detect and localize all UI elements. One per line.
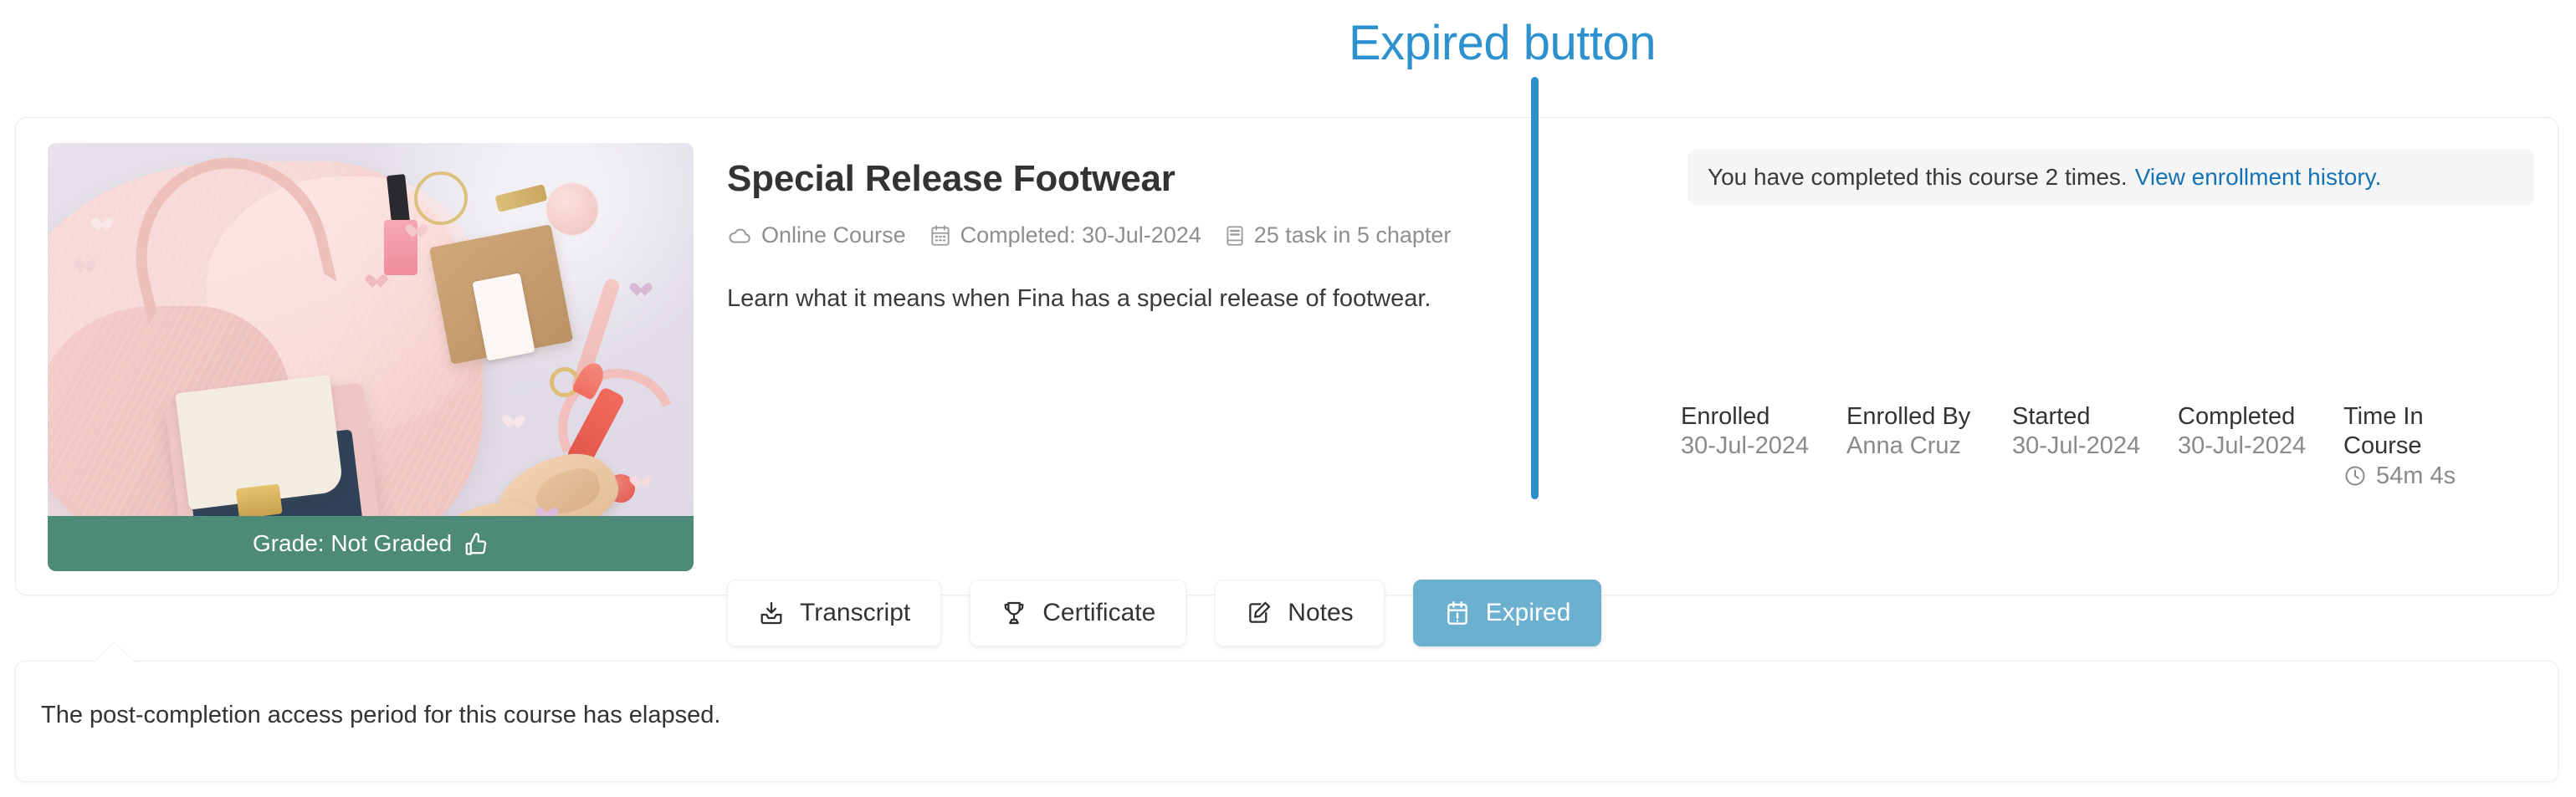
meta-task-count-label: 25 task in 5 chapter [1253, 222, 1452, 248]
course-card: Grade: Not Graded Special Release Footwe… [15, 117, 2558, 646]
course-thumbnail[interactable]: Grade: Not Graded [48, 143, 694, 571]
stat-time-in-course: Time In Course 54m 4s [2343, 402, 2509, 491]
download-tray-icon [758, 600, 785, 626]
meta-online-course-label: Online Course [761, 222, 906, 248]
photo-heart-confetti [95, 218, 110, 232]
stat-completed-value: 30-Jul-2024 [2178, 432, 2307, 460]
stat-completed: Completed 30-Jul-2024 [2178, 402, 2343, 462]
photo-heart-confetti [369, 275, 384, 289]
certificate-button-label: Certificate [1042, 599, 1156, 626]
enrollment-stats: Enrolled 30-Jul-2024 Enrolled By Anna Cr… [1681, 402, 2509, 491]
cloud-icon [727, 223, 752, 248]
calendar-alert-icon [1444, 600, 1471, 626]
annotation-label: Expired button [1349, 16, 1657, 70]
grade-label: Grade: Not Graded [252, 530, 453, 556]
photo-heart-confetti [78, 260, 93, 273]
calendar-icon [930, 224, 951, 248]
page-root: Expired button Grade: Not Graded Special… [0, 0, 2576, 797]
meta-task-count: 25 task in 5 chapter [1225, 222, 1452, 248]
grade-badge: Grade: Not Graded [48, 516, 694, 571]
stat-enrolled-by-value: Anna Cruz [1846, 432, 1962, 460]
photo-handbag-lock [235, 483, 283, 519]
course-actions: Transcript Certificate Notes Expired [727, 580, 1602, 646]
expired-button[interactable]: Expired [1412, 580, 1602, 646]
photo-heart-confetti [409, 225, 424, 238]
meta-online-course: Online Course [727, 222, 906, 248]
certificate-button[interactable]: Certificate [970, 580, 1187, 646]
course-title: Special Release Footwear [727, 158, 1175, 199]
photo-heart-confetti [633, 476, 648, 489]
meta-completed-date-label: Completed: 30-Jul-2024 [960, 222, 1201, 248]
enrollment-notice-text: You have completed this course 2 times. [1708, 164, 2128, 190]
stat-time-in-course-label: Time In Course [2343, 403, 2424, 460]
expired-button-label: Expired [1485, 599, 1571, 626]
stat-enrolled-value: 30-Jul-2024 [1681, 432, 1810, 460]
photo-hoop-earring [414, 171, 468, 225]
transcript-button[interactable]: Transcript [727, 580, 942, 646]
stat-time-in-course-value: 54m 4s [2376, 462, 2456, 489]
thumbnail-photo [48, 143, 694, 571]
stat-started: Started 30-Jul-2024 [2012, 402, 2178, 462]
callout-arrow [96, 642, 135, 662]
trophy-icon [1001, 600, 1027, 626]
stat-time-in-course-value-wrap: 54m 4s [2343, 462, 2501, 491]
list-icon [1225, 224, 1245, 248]
notes-button[interactable]: Notes [1215, 580, 1385, 646]
stat-completed-label: Completed [2178, 403, 2296, 430]
edit-note-icon [1246, 600, 1273, 626]
stat-started-value: 30-Jul-2024 [2012, 432, 2141, 460]
callout-message: The post-completion access period for th… [41, 702, 721, 728]
expired-tooltip-callout: The post-completion access period for th… [15, 661, 2558, 782]
annotation-pointer-line [1531, 77, 1539, 499]
photo-heart-confetti [633, 284, 648, 297]
photo-heart-confetti [506, 416, 521, 429]
clock-icon [2343, 464, 2367, 488]
course-description: Learn what it means when Fina has a spec… [727, 285, 1431, 312]
stat-enrolled: Enrolled 30-Jul-2024 [1681, 402, 1846, 462]
stat-enrolled-by-label: Enrolled By [1846, 403, 1971, 430]
course-content: Special Release Footwear Online Course C… [727, 118, 2558, 646]
course-meta-row: Online Course Completed: 30-Jul-2024 25 … [727, 222, 1451, 248]
transcript-button-label: Transcript [800, 599, 911, 626]
notes-button-label: Notes [1288, 599, 1354, 626]
thumbs-up-icon [463, 531, 489, 556]
stat-started-label: Started [2012, 403, 2091, 430]
stat-enrolled-label: Enrolled [1681, 403, 1770, 430]
photo-hair-clip [494, 184, 548, 212]
view-enrollment-history-link[interactable]: View enrollment history. [2135, 164, 2382, 191]
meta-completed-date: Completed: 30-Jul-2024 [930, 222, 1201, 248]
stat-enrolled-by: Enrolled By Anna Cruz [1846, 402, 2012, 462]
photo-nail-polish-cap [387, 174, 410, 224]
enrollment-notice: You have completed this course 2 times. … [1687, 150, 2534, 205]
photo-pom-pom [546, 183, 598, 235]
